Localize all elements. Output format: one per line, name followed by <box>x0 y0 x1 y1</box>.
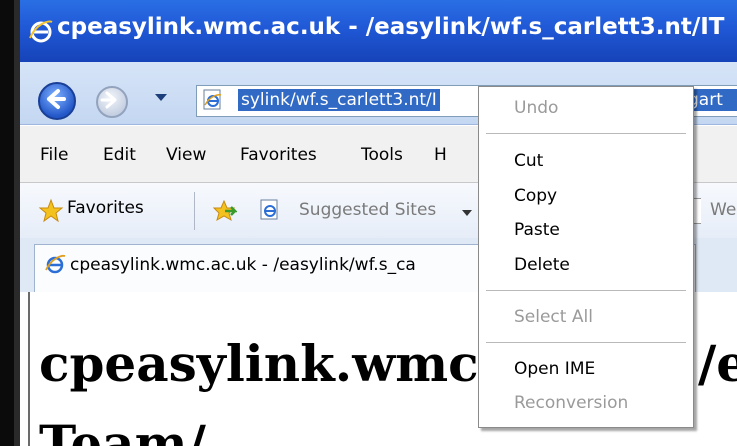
ie-logo-icon <box>45 254 66 274</box>
tab-title: cpeasylink.wmc.ac.uk - /easylink/wf.s_ca <box>70 255 416 275</box>
forward-arrow-icon <box>100 91 117 109</box>
star-icon <box>38 198 64 223</box>
address-url-selected[interactable]: sylink/wf.s_carlett3.nt/I <box>238 89 440 111</box>
forward-button[interactable] <box>96 86 128 118</box>
ie-logo-icon <box>29 20 53 43</box>
favorites-button[interactable]: Favorites <box>67 198 144 218</box>
favorites-separator <box>194 192 195 230</box>
context-menu-open-ime[interactable]: Open IME <box>514 359 595 379</box>
add-favorite-icon[interactable] <box>211 199 237 223</box>
context-menu-paste[interactable]: Paste <box>514 220 560 240</box>
recent-pages-dropdown[interactable] <box>155 94 167 101</box>
context-menu-select-all: Select All <box>514 307 593 327</box>
window-title: cpeasylink.wmc.ac.uk - /easylink/wf.s_ca… <box>57 14 725 40</box>
page-heading: cpeasylink.wmc <box>39 334 479 393</box>
menu-separator <box>486 342 686 343</box>
context-menu-reconversion: Reconversion <box>514 393 629 413</box>
context-menu-undo: Undo <box>514 98 559 118</box>
menu-edit[interactable]: Edit <box>103 145 136 165</box>
window-left-frame <box>0 0 14 446</box>
content-border <box>28 292 30 446</box>
ie-page-icon <box>203 89 222 110</box>
menu-separator <box>486 133 686 134</box>
menu-tools[interactable]: Tools <box>361 145 403 165</box>
context-menu-cut[interactable]: Cut <box>514 151 543 171</box>
web-slice-gallery-button[interactable]: We <box>710 200 736 220</box>
menu-help[interactable]: H <box>434 145 447 165</box>
ie-page-icon <box>260 199 278 220</box>
context-menu-delete[interactable]: Delete <box>514 255 570 275</box>
back-arrow-icon <box>47 89 66 109</box>
suggested-sites-button[interactable]: Suggested Sites <box>299 200 436 220</box>
chevron-down-icon[interactable] <box>462 210 472 216</box>
menu-favorites[interactable]: Favorites <box>240 145 317 165</box>
menu-separator <box>486 290 686 291</box>
menu-view[interactable]: View <box>166 145 206 165</box>
page-heading-line2: Team/ <box>39 414 206 446</box>
back-button[interactable] <box>38 82 76 120</box>
page-heading-continued: /e <box>698 334 737 393</box>
menu-file[interactable]: File <box>40 145 68 165</box>
context-menu-copy[interactable]: Copy <box>514 186 557 206</box>
